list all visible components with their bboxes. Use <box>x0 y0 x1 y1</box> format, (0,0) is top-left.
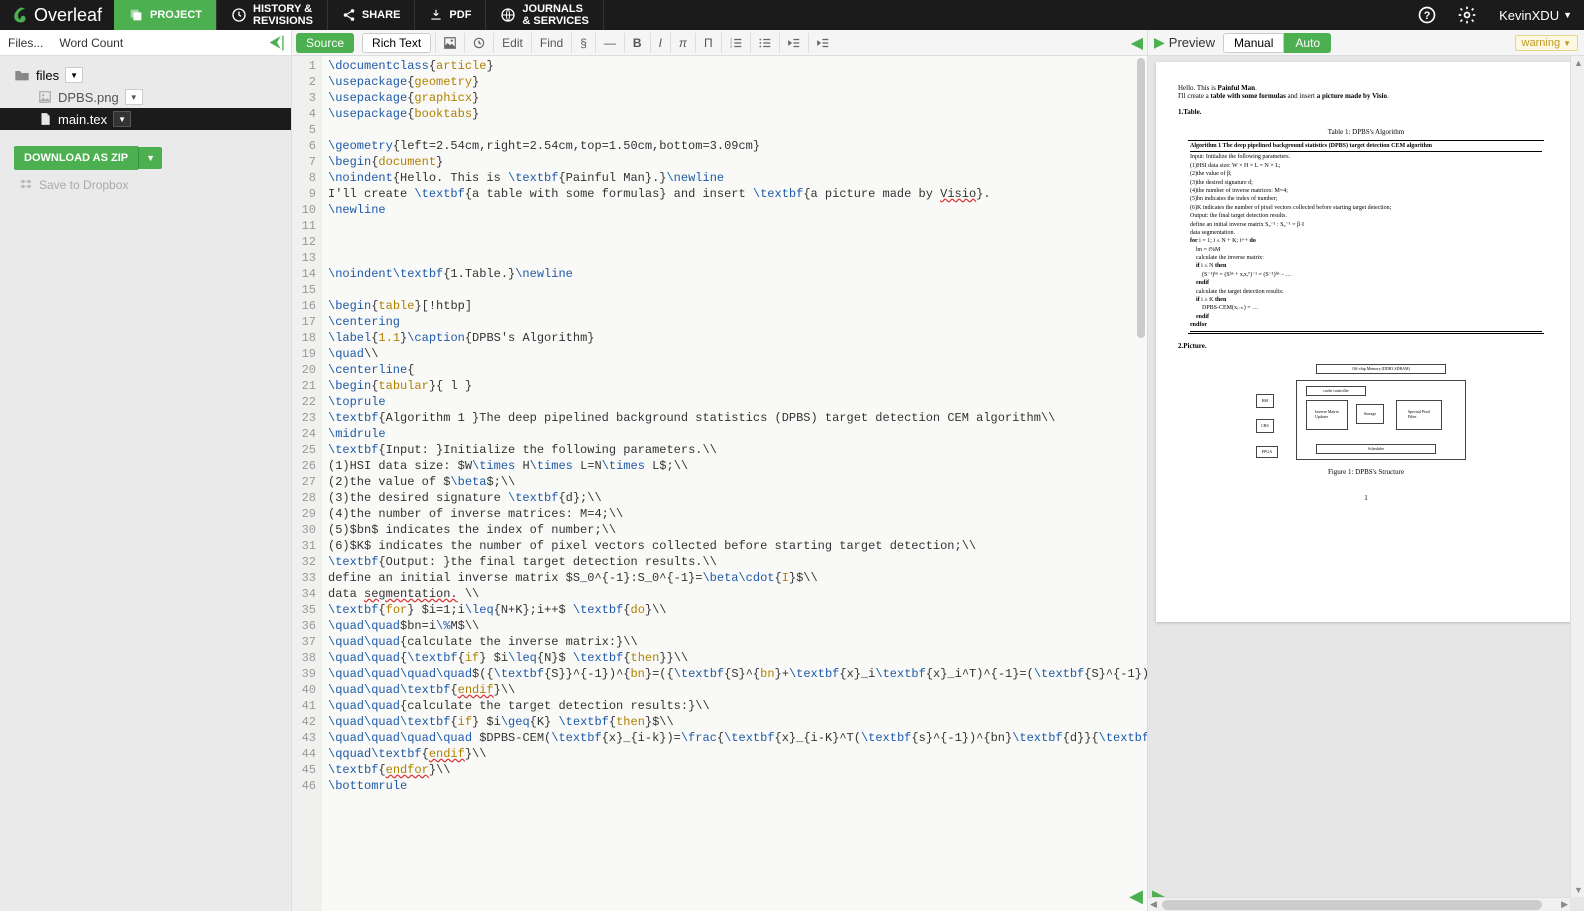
globe-icon <box>500 7 516 23</box>
manual-mode-button[interactable]: Manual <box>1223 33 1284 53</box>
image-file-icon <box>38 90 52 104</box>
folder-menu-caret[interactable]: ▼ <box>65 67 83 83</box>
download-icon <box>429 8 443 22</box>
preview-toolbar: ▶ Preview Manual Auto warning▼ <box>1148 30 1584 55</box>
scrollbar-thumb[interactable] <box>1137 58 1145 338</box>
gear-icon <box>1457 5 1477 25</box>
help-button[interactable]: ? <box>1407 0 1447 30</box>
file-icon <box>38 112 52 126</box>
share-icon <box>342 8 356 22</box>
caret-down-icon: ▼ <box>1563 39 1571 48</box>
toolbar: Files... Word Count ⮜| Source Rich Text … <box>0 30 1584 56</box>
pdf-preview: Hello. This is Painful Man. I'll create … <box>1148 56 1584 911</box>
svg-text:3: 3 <box>730 44 732 48</box>
download-caret[interactable]: ▼ <box>138 147 162 169</box>
pdf-figure: Off-chip Memory (DDR3 SDRAM) HSI CRS FPG… <box>1256 364 1476 464</box>
edit-menu[interactable]: Edit <box>493 33 531 53</box>
download-row: DOWNLOAD AS ZIP▼ <box>14 146 291 170</box>
outdent-button[interactable] <box>779 33 808 53</box>
help-icon: ? <box>1417 5 1437 25</box>
auto-mode-button[interactable]: Auto <box>1284 33 1331 53</box>
code-area[interactable]: \documentclass{article}\usepackage{geome… <box>322 56 1147 911</box>
numbered-list-button[interactable]: 123 <box>721 33 750 53</box>
bullet-list-button[interactable] <box>750 33 779 53</box>
folder-icon <box>14 68 30 82</box>
file-menu-caret[interactable]: ▼ <box>113 111 131 127</box>
pdf-line: I'll create a table with some formulas a… <box>1178 92 1554 100</box>
display-math-button[interactable]: Π <box>695 33 721 53</box>
sync-to-pdf-icon[interactable]: ◀ <box>1129 886 1143 907</box>
user-menu[interactable]: KevinXDU▼ <box>1487 0 1584 30</box>
share-button[interactable]: SHARE <box>328 0 416 30</box>
pdf-section: 2.Picture. <box>1178 342 1554 350</box>
recompile-button[interactable]: ▶ <box>1154 34 1165 51</box>
main-area: files ▼ DPBS.png ▼ main.tex ▼ DOWNLOAD A… <box>0 56 1584 911</box>
italic-button[interactable]: I <box>650 33 670 53</box>
find-button[interactable]: Find <box>531 33 571 53</box>
editor-toolbar: Source Rich Text Edit Find § — B I π Π 1… <box>292 30 1148 55</box>
scroll-left-icon[interactable]: ◀ <box>1150 899 1157 910</box>
files-menu[interactable]: Files... <box>0 32 51 54</box>
insert-figure-button[interactable] <box>435 33 464 53</box>
sidebar-toolbar: Files... Word Count ⮜| <box>0 30 292 55</box>
pdf-page-number: 1 <box>1178 494 1554 502</box>
scrollbar-thumb[interactable] <box>1162 900 1542 910</box>
bold-button[interactable]: B <box>624 33 650 53</box>
project-button[interactable]: PROJECT <box>114 0 217 30</box>
pdf-algorithm-table: Algorithm 1 The deep pipelined backgroun… <box>1188 140 1544 334</box>
pdf-table-caption: Table 1: DPBS's Algorithm <box>1178 128 1554 136</box>
source-tab[interactable]: Source <box>296 33 354 53</box>
caret-down-icon: ▼ <box>1563 10 1572 20</box>
leaf-icon <box>12 6 30 24</box>
pdf-figure-caption: Figure 1: DPBS's Structure <box>1178 468 1554 476</box>
dropbox-icon <box>20 178 34 192</box>
history-editor-button[interactable] <box>464 33 493 53</box>
rich-text-tab[interactable]: Rich Text <box>362 33 431 53</box>
scroll-down-icon[interactable]: ▼ <box>1574 885 1583 895</box>
section-button[interactable]: § <box>571 33 595 53</box>
top-bar: Overleaf PROJECT HISTORY &REVISIONS SHAR… <box>0 0 1584 30</box>
word-count-button[interactable]: Word Count <box>51 32 131 54</box>
code-editor[interactable]: 1234567891011121314151617181920212223242… <box>292 56 1148 911</box>
save-dropbox-button[interactable]: Save to Dropbox <box>20 178 291 192</box>
journals-button[interactable]: JOURNALS& SERVICES <box>486 0 603 30</box>
history-icon <box>231 7 247 23</box>
scroll-right-icon[interactable]: ▶ <box>1561 899 1568 910</box>
preview-vscrollbar[interactable]: ▲ ▼ <box>1570 56 1584 897</box>
history-button[interactable]: HISTORY &REVISIONS <box>217 0 328 30</box>
file-item-image[interactable]: DPBS.png ▼ <box>0 86 291 108</box>
collapse-editor-icon[interactable]: ◀ <box>1131 33 1143 53</box>
pdf-section: 1.Table. <box>1178 108 1554 116</box>
scroll-up-icon[interactable]: ▲ <box>1574 58 1583 68</box>
emdash-button[interactable]: — <box>595 33 624 53</box>
pdf-button[interactable]: PDF <box>415 0 486 30</box>
svg-text:?: ? <box>1424 10 1431 22</box>
inline-math-button[interactable]: π <box>670 33 695 53</box>
warning-badge[interactable]: warning▼ <box>1515 35 1578 51</box>
preview-hscrollbar[interactable]: ◀ ▶ <box>1148 897 1570 911</box>
file-menu-caret[interactable]: ▼ <box>125 89 143 105</box>
brand-text: Overleaf <box>34 5 102 26</box>
pdf-line: Hello. This is Painful Man. <box>1178 84 1554 92</box>
preview-label: Preview <box>1169 35 1215 50</box>
indent-button[interactable] <box>808 33 837 53</box>
overleaf-logo[interactable]: Overleaf <box>0 0 114 30</box>
download-zip-button[interactable]: DOWNLOAD AS ZIP <box>14 146 138 170</box>
file-item-tex[interactable]: main.tex ▼ <box>0 108 291 130</box>
collapse-sidebar-icon[interactable]: ⮜| <box>269 34 285 52</box>
pdf-page[interactable]: Hello. This is Painful Man. I'll create … <box>1156 62 1576 622</box>
copy-icon <box>128 7 144 23</box>
settings-button[interactable] <box>1447 0 1487 30</box>
line-gutter: 1234567891011121314151617181920212223242… <box>292 56 322 911</box>
folder-root[interactable]: files ▼ <box>0 64 291 86</box>
file-tree: files ▼ DPBS.png ▼ main.tex ▼ DOWNLOAD A… <box>0 56 292 911</box>
